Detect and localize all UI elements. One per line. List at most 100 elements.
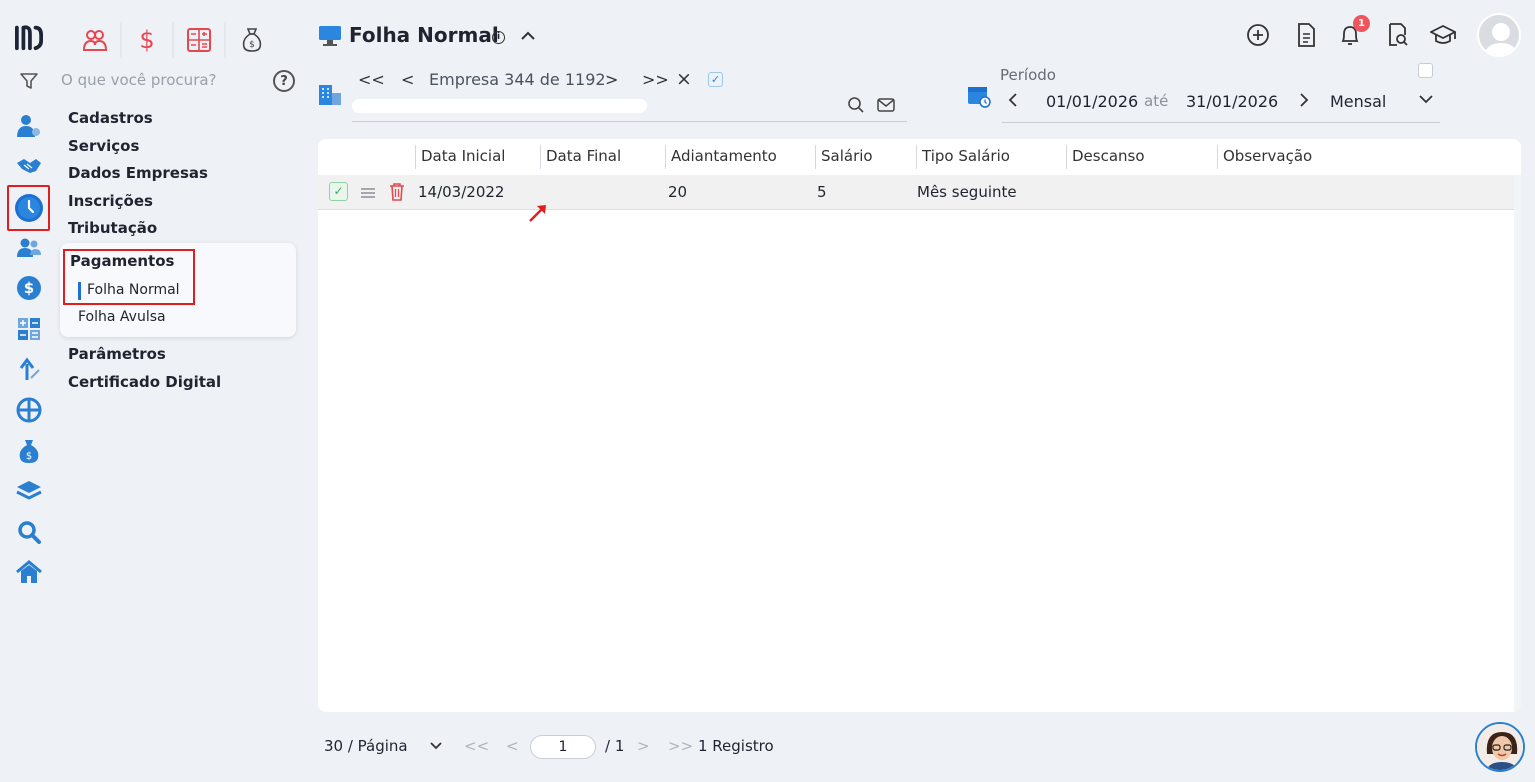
col-descanso[interactable]: Descanso [1066,145,1145,169]
chevron-up-icon[interactable] [519,27,537,49]
assistant-face-icon [1477,724,1523,770]
trash-icon[interactable] [389,182,405,205]
growth-icon[interactable] [15,355,43,383]
layers-icon[interactable] [15,477,43,505]
menu-group-pagamentos[interactable]: Pagamentos [70,252,174,270]
record-count: 1 Registro [698,737,774,755]
menu-item-folha-normal[interactable]: Folha Normal [87,282,180,298]
row-checkbox[interactable]: ✓ [329,182,348,201]
period-from[interactable]: 01/01/2026 [1046,92,1138,111]
dollar-icon[interactable]: $ [15,274,43,302]
pager-next-button[interactable]: > [637,737,650,755]
page-size-select[interactable]: 30 / Página [324,737,408,755]
menu-item-servicos[interactable]: Serviços [68,136,298,164]
document-icon[interactable] [1293,22,1319,48]
module-treasury[interactable]: $ [226,22,278,58]
vertical-scrollbar[interactable] [1514,175,1521,712]
calculator-icon[interactable] [15,315,43,343]
company-first-button[interactable]: << [358,70,385,89]
company-field-underline [352,121,907,122]
data-grid: Data Inicial Data Final Adiantamento Sal… [318,139,1521,712]
dollar-outline-icon: $ [139,26,154,54]
search-module-icon[interactable] [15,518,43,546]
module-finance[interactable]: $ [122,22,174,58]
col-data-inicial[interactable]: Data Inicial [415,145,506,169]
user-avatar-icon [1483,23,1519,55]
pager-first-button[interactable]: << [464,737,489,755]
mail-icon[interactable] [877,97,895,117]
col-label: Salário [821,147,873,165]
company-last-button[interactable]: >> [642,70,669,89]
clock-icon[interactable] [14,193,44,223]
help-icon[interactable]: ? [273,70,295,92]
col-adiantamento[interactable]: Adiantamento [665,145,777,169]
graduation-cap-icon[interactable] [1430,22,1456,48]
cell-tipo-salario[interactable]: Mês seguinte [917,183,1017,201]
company-clear-button[interactable]: × [676,68,692,90]
user-settings-icon[interactable] [15,112,43,140]
col-data-final[interactable]: Data Final [540,145,621,169]
period-checkbox[interactable] [1418,63,1433,78]
menu-item-tributacao[interactable]: Tributação [68,218,298,246]
people-icon[interactable] [15,234,43,262]
home-icon[interactable] [15,558,43,586]
pager-last-button[interactable]: >> [668,737,693,755]
filter-icon[interactable] [15,67,43,95]
col-separator [815,145,816,169]
cell-salario[interactable]: 5 [817,183,827,201]
svg-text:$: $ [139,26,154,54]
col-separator [540,145,541,169]
company-name-field[interactable] [352,99,647,113]
company-next-button[interactable]: > [605,70,618,89]
menu-item-parametros[interactable]: Parâmetros [68,344,221,372]
people-outline-icon [82,30,108,51]
company-prev-button[interactable]: < [401,70,414,89]
page-size-chevron-icon[interactable] [428,738,444,758]
search-icon[interactable] [847,96,865,118]
col-label: Observação [1223,147,1313,165]
add-circle-icon[interactable] [1245,22,1271,48]
menu-item-cadastros[interactable]: Cadastros [68,108,298,136]
table-row[interactable]: ✓ 14/03/2022 20 5 Mês seguinte [318,175,1514,210]
module-accounting[interactable] [174,22,226,58]
menu-item-certificado-digital[interactable]: Certificado Digital [68,372,221,400]
period-mode-select[interactable]: Mensal [1330,92,1386,111]
menu-item-inscricoes[interactable]: Inscrições [68,191,298,219]
cell-data-inicial[interactable]: 14/03/2022 [418,183,504,201]
period-prev-icon[interactable] [1006,90,1020,114]
company-checkbox[interactable]: ✓ [708,72,723,87]
svg-text:$: $ [26,451,32,462]
menu-item-dados-empresas[interactable]: Dados Empresas [68,163,298,191]
page-total: / 1 [605,737,625,755]
pager-prev-button[interactable]: < [506,737,519,755]
menu-search-input[interactable]: O que você procura? [61,71,217,89]
money-bag-outline-icon: $ [242,28,262,52]
drag-handle-icon[interactable] [360,185,376,204]
assistant-avatar[interactable] [1475,722,1525,772]
col-observacao[interactable]: Observação [1217,145,1313,169]
sidebar-menu: Cadastros Serviços Dados Empresas Inscri… [68,108,298,246]
col-label: Data Inicial [421,147,506,165]
annotation-arrow-icon [528,203,548,227]
module-people[interactable] [70,22,122,58]
menu-item-folha-avulsa[interactable]: Folha Avulsa [78,309,166,325]
col-salario[interactable]: Salário [815,145,873,169]
page-number-input[interactable]: 1 [530,735,596,759]
chevron-down-icon[interactable] [1417,90,1435,112]
col-separator [916,145,917,169]
search-document-icon[interactable] [1385,22,1411,48]
notification-badge: 1 [1353,15,1370,32]
sidebar-menu-bottom: Parâmetros Certificado Digital [68,344,221,400]
period-to[interactable]: 31/01/2026 [1186,92,1278,111]
col-tipo-salario[interactable]: Tipo Salário [916,145,1010,169]
info-icon[interactable]: i [492,31,505,44]
period-next-icon[interactable] [1297,90,1311,114]
user-avatar[interactable] [1477,13,1521,57]
logo-icon[interactable] [15,23,43,51]
cell-adiantamento[interactable]: 20 [668,183,687,201]
period-separator: até [1144,92,1169,110]
network-icon[interactable] [15,396,43,424]
money-bag-icon[interactable]: $ [15,437,43,465]
col-separator [1066,145,1067,169]
handshake-icon[interactable] [15,152,43,180]
